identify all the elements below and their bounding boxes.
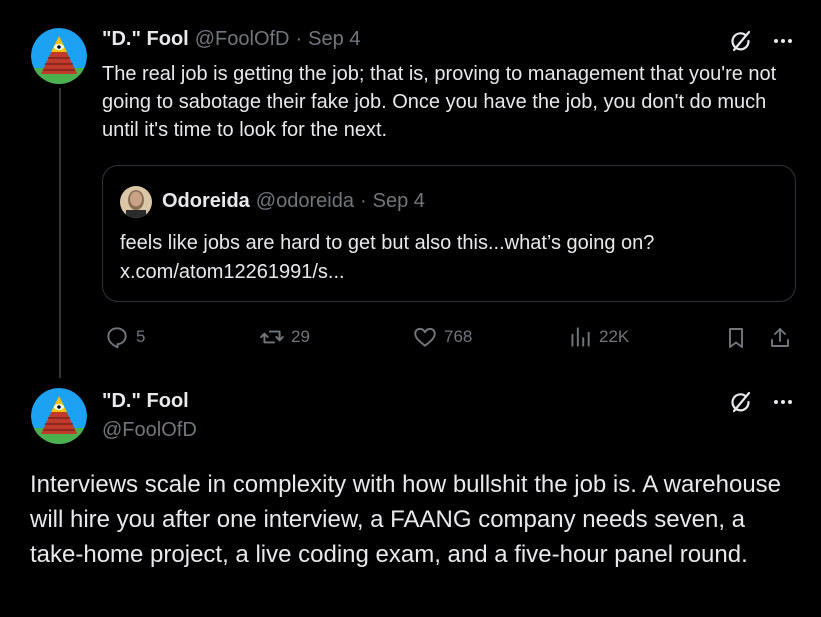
quoted-separator: · xyxy=(359,190,367,212)
like-button[interactable]: 768 xyxy=(412,324,472,350)
reply-icon xyxy=(107,327,127,349)
timestamp[interactable]: Sep 4 xyxy=(308,28,360,51)
quoted-link[interactable]: x.com/atom12261991/s... xyxy=(120,258,780,286)
more-icon[interactable] xyxy=(768,27,798,55)
share-icon xyxy=(771,328,789,347)
reply-button[interactable]: 5 xyxy=(104,324,145,350)
repost-count: 29 xyxy=(291,327,310,346)
views-button[interactable]: 22K xyxy=(567,324,629,350)
avatar[interactable] xyxy=(31,388,87,444)
repost-icon xyxy=(260,330,284,344)
tweet-header: "D." Fool @FoolOfD · Sep 4 xyxy=(102,28,360,51)
share-button[interactable] xyxy=(766,324,794,352)
quoted-handle: @odoreida xyxy=(255,190,354,212)
quoted-display-name: Odoreida xyxy=(162,190,250,212)
views-icon xyxy=(571,327,590,347)
like-count: 768 xyxy=(444,327,473,346)
quoted-text: feels like jobs are hard to get but also… xyxy=(120,232,655,254)
heart-icon xyxy=(414,327,436,347)
bookmark-icon xyxy=(729,328,743,348)
quoted-avatar xyxy=(120,186,152,218)
tweet-text: The real job is getting the job; that is… xyxy=(102,63,777,141)
separator: · xyxy=(295,28,303,50)
display-name[interactable]: "D." Fool xyxy=(102,28,189,51)
handle[interactable]: @FoolOfD xyxy=(102,419,197,442)
thread-line xyxy=(59,88,61,378)
more-icon[interactable] xyxy=(768,388,798,416)
display-name[interactable]: "D." Fool xyxy=(102,390,189,413)
views-count: 22K xyxy=(599,327,630,346)
grok-icon[interactable] xyxy=(726,27,756,55)
reply-count: 5 xyxy=(136,327,146,346)
bookmark-button[interactable] xyxy=(722,324,750,352)
repost-button[interactable]: 29 xyxy=(259,324,310,350)
quoted-header: Odoreida @odoreida · Sep 4 xyxy=(162,190,425,213)
handle[interactable]: @FoolOfD xyxy=(195,28,290,51)
quoted-timestamp: Sep 4 xyxy=(372,190,425,212)
tweet-text: Interviews scale in complexity with how … xyxy=(30,471,782,568)
grok-icon[interactable] xyxy=(726,388,756,416)
avatar[interactable] xyxy=(31,28,87,84)
